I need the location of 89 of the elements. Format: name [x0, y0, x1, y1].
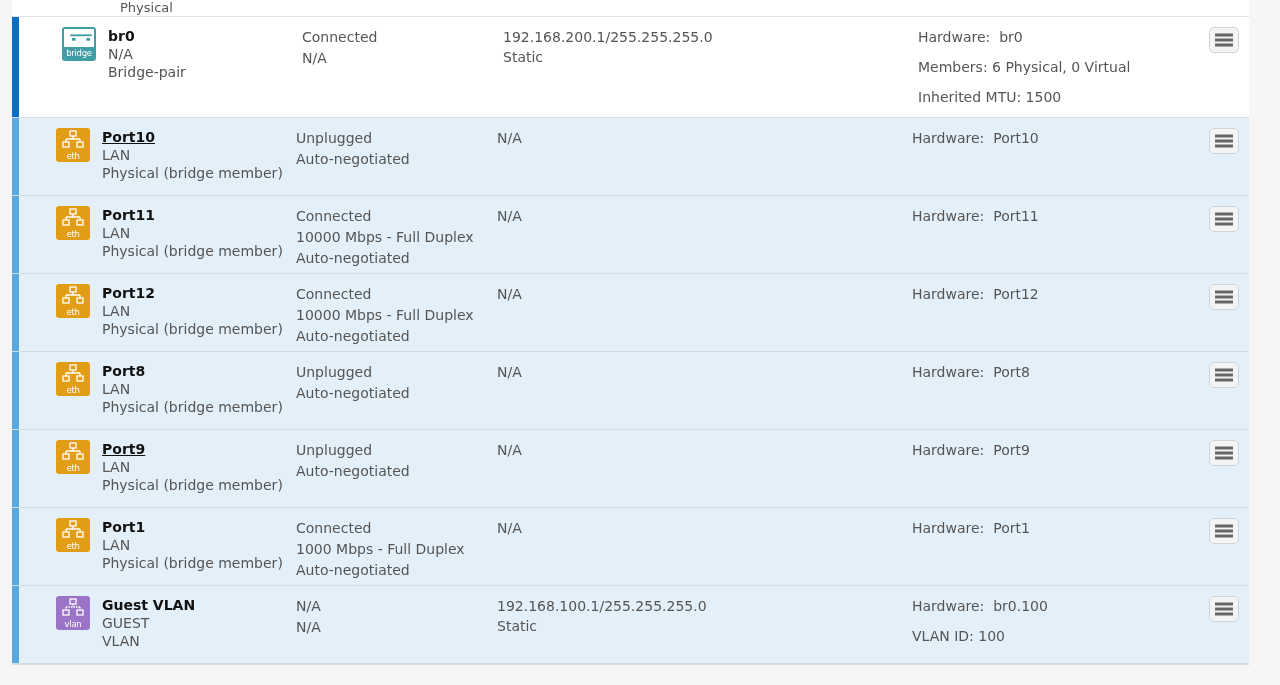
ip-text: N/A — [497, 207, 523, 226]
menu-button[interactable] — [1209, 362, 1239, 388]
ip-text: N/A — [497, 363, 523, 382]
detail-text: Inherited MTU: 1500 — [918, 88, 1063, 107]
menu-button[interactable] — [1209, 128, 1239, 154]
status-text: 10000 Mbps - Full Duplex — [296, 228, 475, 247]
interface-name[interactable]: Port9 — [102, 440, 296, 458]
network-icon: eth — [56, 206, 90, 240]
ip-text: Static — [503, 48, 545, 67]
detail-text: Hardware: Port10 — [912, 129, 1040, 148]
menu-button[interactable] — [1209, 206, 1239, 232]
network-icon: eth — [56, 128, 90, 162]
status-text: Auto-negotiated — [296, 462, 411, 481]
network-icon: eth — [56, 362, 90, 396]
interface-name[interactable]: Port1 — [102, 518, 296, 536]
ip-text: N/A — [497, 519, 523, 538]
interface-type: VLAN — [102, 632, 141, 650]
detail-text: Hardware: br0.100 — [912, 597, 1049, 616]
menu-icon — [1215, 290, 1233, 304]
status-text: Auto-negotiated — [296, 249, 411, 268]
detail-text: Members: 6 Physical, 0 Virtual — [918, 58, 1132, 77]
ip-text: 192.168.100.1/255.255.255.0 — [497, 597, 708, 616]
network-icon: vlan — [56, 596, 90, 630]
status-text: 1000 Mbps - Full Duplex — [296, 540, 466, 559]
ip-text: N/A — [497, 441, 523, 460]
status-text: Auto-negotiated — [296, 384, 411, 403]
interface-type: Physical (bridge member) — [102, 320, 284, 338]
ip-text: N/A — [497, 129, 523, 148]
interface-type: Physical (bridge member) — [102, 242, 284, 260]
zone-text: LAN — [102, 458, 132, 476]
status-text: Connected — [296, 519, 373, 538]
status-text: Unplugged — [296, 363, 374, 382]
status-text: Auto-negotiated — [296, 561, 411, 580]
interface-name[interactable]: Port11 — [102, 206, 296, 224]
zone-text: LAN — [102, 302, 132, 320]
menu-icon — [1215, 368, 1233, 382]
status-text: Auto-negotiated — [296, 327, 411, 346]
detail-text: Hardware: Port1 — [912, 519, 1031, 538]
interface-name[interactable]: Port12 — [102, 284, 296, 302]
interface-type: Physical (bridge member) — [102, 398, 284, 416]
network-icon: eth — [56, 518, 90, 552]
zone-text: LAN — [102, 224, 132, 242]
status-text: Connected — [296, 207, 373, 226]
menu-icon — [1215, 33, 1233, 47]
interface-name[interactable]: Guest VLAN — [102, 596, 296, 614]
interface-type: Physical — [120, 0, 174, 15]
detail-text: Hardware: Port8 — [912, 363, 1031, 382]
menu-button[interactable] — [1209, 518, 1239, 544]
zone-text: N/A — [108, 45, 134, 63]
status-text: Unplugged — [296, 441, 374, 460]
network-icon: eth — [56, 440, 90, 474]
zone-text: LAN — [102, 536, 132, 554]
zone-text: LAN — [102, 380, 132, 398]
interface-name[interactable]: Port10 — [102, 128, 296, 146]
status-text: Auto-negotiated — [296, 150, 411, 169]
interface-name[interactable]: Port8 — [102, 362, 296, 380]
menu-button[interactable] — [1209, 27, 1239, 53]
interface-type: Physical (bridge member) — [102, 164, 284, 182]
interface-type: Physical (bridge member) — [102, 476, 284, 494]
ip-text: Static — [497, 617, 539, 636]
detail-text: Hardware: Port9 — [912, 441, 1031, 460]
menu-icon — [1215, 134, 1233, 148]
detail-text: VLAN ID: 100 — [912, 627, 1006, 646]
ip-text: 192.168.200.1/255.255.255.0 — [503, 28, 714, 47]
menu-button[interactable] — [1209, 596, 1239, 622]
zone-text: LAN — [102, 146, 132, 164]
interface-type: Physical (bridge member) — [102, 554, 284, 572]
status-text: N/A — [296, 597, 322, 616]
menu-icon — [1215, 524, 1233, 538]
interface-type: Bridge-pair — [108, 63, 187, 81]
ip-text: N/A — [497, 285, 523, 304]
status-text: Connected — [302, 28, 379, 47]
detail-text: Hardware: br0 — [918, 28, 1024, 47]
status-text: N/A — [302, 49, 328, 68]
interface-name[interactable]: br0 — [108, 27, 302, 45]
menu-icon — [1215, 602, 1233, 616]
bridge-icon: bridge — [62, 27, 96, 61]
detail-text: Hardware: Port12 — [912, 285, 1040, 304]
status-text: 10000 Mbps - Full Duplex — [296, 306, 475, 325]
status-text: N/A — [296, 618, 322, 637]
detail-text: Hardware: Port11 — [912, 207, 1040, 226]
zone-text: GUEST — [102, 614, 151, 632]
menu-icon — [1215, 212, 1233, 226]
network-icon: eth — [56, 284, 90, 318]
status-text: Unplugged — [296, 129, 374, 148]
menu-icon — [1215, 446, 1233, 460]
menu-button[interactable] — [1209, 440, 1239, 466]
menu-button[interactable] — [1209, 284, 1239, 310]
status-text: Connected — [296, 285, 373, 304]
